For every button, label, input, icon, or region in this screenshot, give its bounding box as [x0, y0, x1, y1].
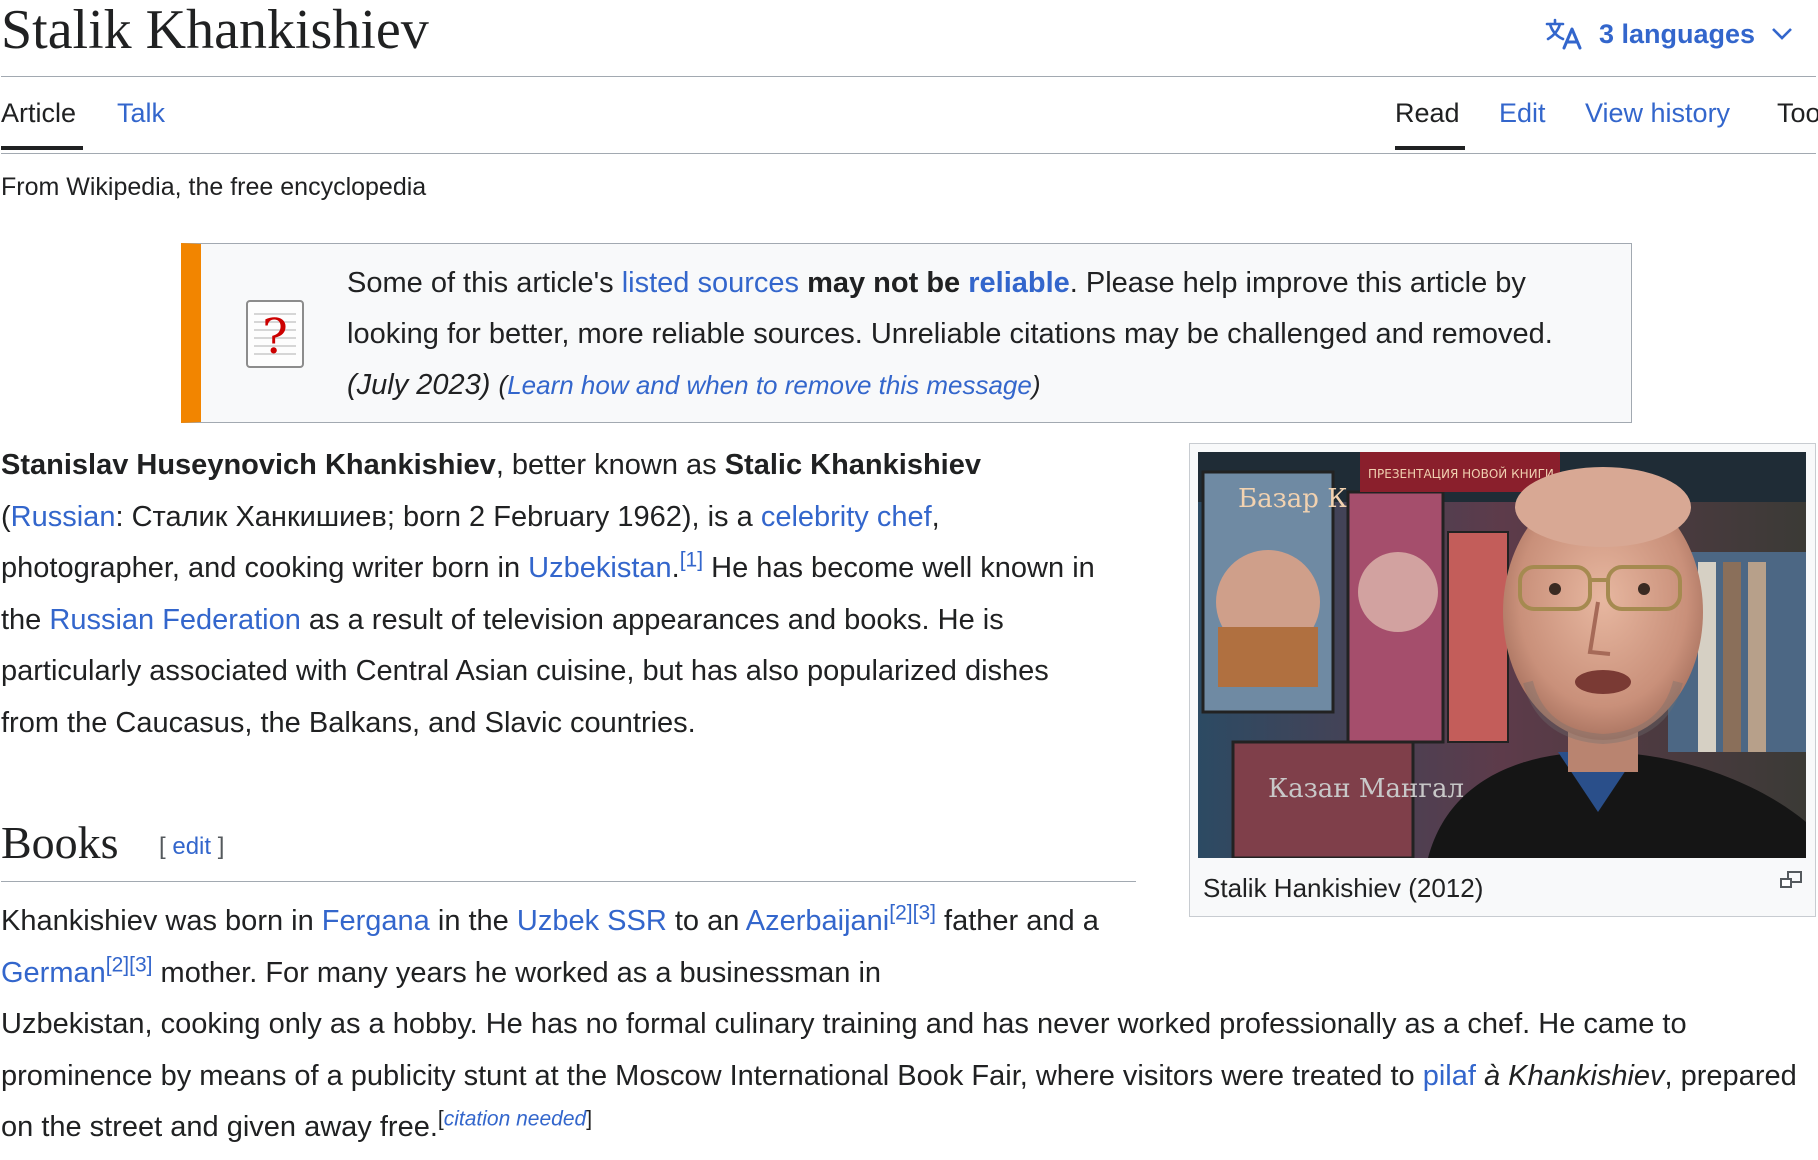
text: ( [1, 500, 11, 533]
languages-label: 3 languages [1599, 18, 1756, 49]
reference-3[interactable]: [3] [129, 953, 152, 976]
paren: ) [1031, 370, 1041, 400]
notice-date: (July 2023) [347, 369, 491, 401]
figure-caption: Stalik Hankishiev (2012) [1203, 873, 1484, 903]
text: , better known as [495, 449, 725, 481]
tab-read[interactable]: Read [1395, 96, 1460, 130]
german-link[interactable]: German [1, 957, 106, 989]
reliable-link[interactable]: reliable [968, 267, 1070, 299]
fergana-link[interactable]: Fergana [322, 905, 430, 937]
tagline: From Wikipedia, the free encyclopedia [1, 173, 427, 201]
notice-message: Some of this article's listed sources ma… [347, 258, 1617, 411]
title-divider [1, 76, 1816, 77]
reference-3[interactable]: [3] [913, 901, 936, 924]
notice-text: Some of this article's [347, 267, 622, 299]
citation-needed-link[interactable]: citation needed [444, 1107, 586, 1130]
notice-emphasis: may not be [799, 267, 969, 299]
uzbek-ssr-link[interactable]: Uzbek SSR [517, 905, 667, 937]
paren: ( [498, 370, 508, 400]
section-divider [1, 881, 1136, 882]
section-heading-books: Books [1, 817, 119, 868]
enlarge-icon[interactable] [1779, 870, 1803, 890]
intro-paragraph: Stanislav Huseynovich Khankishiev, bette… [1, 440, 1111, 749]
tab-article[interactable]: Article [1, 96, 76, 130]
tab-view-history[interactable]: View history [1585, 96, 1730, 130]
page-title: Stalik Khankishiev [1, 0, 429, 61]
reference-1[interactable]: [1] [680, 548, 703, 571]
infobox-figure: Базар Казан ПРЕЗЕНТАЦИЯ НОВОЙ КНИГИ Каза… [1189, 443, 1816, 917]
unreliable-sources-notice: ? Some of this article's listed sources … [181, 243, 1632, 423]
article-page: Stalik Khankishiev 3 languages Article T… [0, 0, 1818, 1160]
reference-2[interactable]: [2] [889, 901, 912, 924]
chevron-down-icon [1772, 28, 1792, 40]
pilaf-link[interactable]: pilaf [1423, 1060, 1476, 1092]
bracket: ] [586, 1107, 593, 1131]
tabs-divider [1, 153, 1816, 154]
tab-article-underline [1, 146, 83, 150]
russian-link[interactable]: Russian [11, 501, 116, 533]
book-cover-text: Казан Мангал [1268, 774, 1464, 804]
listed-sources-link[interactable]: listed sources [622, 267, 799, 299]
text: mother. For many years he worked as a bu… [152, 956, 882, 989]
text: to an [666, 905, 746, 937]
reference-2[interactable]: [2] [106, 953, 129, 976]
tab-talk[interactable]: Talk [117, 96, 165, 130]
text: father and a [935, 905, 1099, 937]
tools-label: Tools [1777, 98, 1818, 128]
books-paragraph-2: Uzbekistan, cooking only as a hobby. He … [1, 999, 1816, 1154]
text: : Сталик Ханкишиев; born 2 February 1962… [115, 500, 761, 533]
text: in the [429, 905, 517, 937]
azerbaijani-link[interactable]: Azerbaijani [746, 905, 889, 937]
russian-federation-link[interactable]: Russian Federation [49, 604, 300, 636]
bracket: [ [159, 833, 173, 860]
bold-name: Stanislav Huseynovich Khankishiev [1, 449, 496, 481]
tab-edit[interactable]: Edit [1499, 96, 1546, 130]
svg-text:?: ? [262, 309, 288, 365]
tab-read-underline [1395, 146, 1465, 150]
text: Khankishiev was born in [1, 905, 322, 937]
books-paragraph-1: Khankishiev was born in Fergana in the U… [1, 896, 1151, 999]
text [1476, 1060, 1484, 1092]
celebrity-chef-link[interactable]: celebrity chef [761, 501, 932, 533]
italic-text: à Khankishiev [1483, 1059, 1665, 1092]
text: . [671, 552, 680, 584]
section-edit: [ edit ] [159, 833, 224, 861]
tools-menu[interactable]: Tools [1777, 96, 1818, 130]
banner-text: ПРЕЗЕНТАЦИЯ НОВОЙ КНИГИ [1368, 466, 1554, 481]
bracket: ] [211, 833, 225, 860]
learn-remove-link[interactable]: Learn how and when to remove this messag… [507, 370, 1032, 400]
language-selector[interactable]: 3 languages [1545, 14, 1793, 54]
uzbekistan-link[interactable]: Uzbekistan [528, 552, 671, 584]
edit-section-link[interactable]: edit [172, 833, 211, 860]
bold-name: Stalic Khankishiev [724, 449, 981, 481]
portrait-photo[interactable]: Базар Казан ПРЕЗЕНТАЦИЯ НОВОЙ КНИГИ Каза… [1198, 452, 1806, 858]
question-document-icon: ? [246, 300, 304, 368]
translate-icon [1545, 18, 1582, 50]
